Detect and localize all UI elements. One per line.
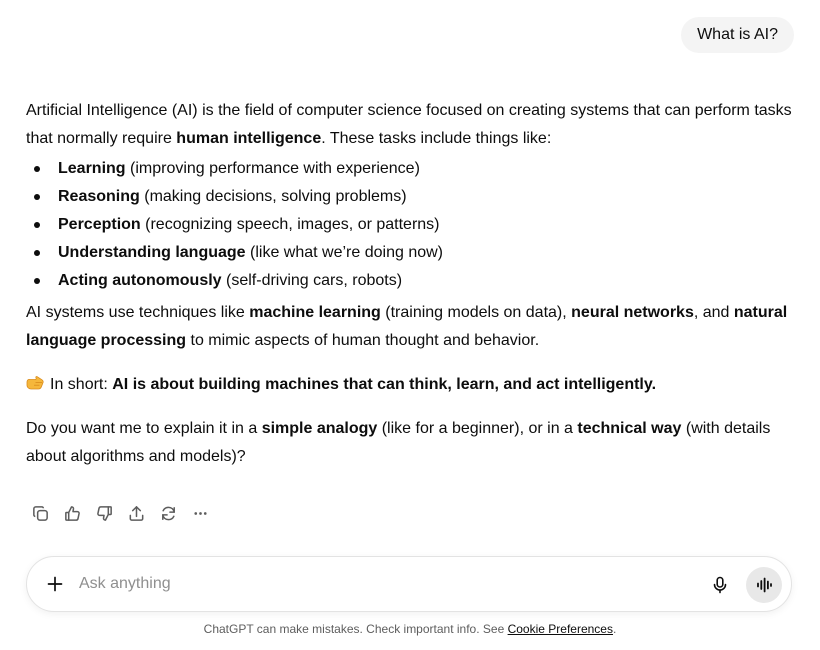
summary-paragraph: In short: AI is about building machines … — [26, 371, 796, 399]
voice-waveform-icon — [757, 577, 772, 593]
message-actions — [24, 500, 216, 526]
copy-icon — [32, 505, 48, 521]
regenerate-icon — [161, 506, 175, 520]
disclaimer-footer: ChatGPT can make mistakes. Check importa… — [0, 622, 820, 636]
techniques-bold-2: neural networks — [571, 304, 694, 321]
question-bold-2: technical way — [577, 420, 682, 437]
regenerate-button[interactable] — [152, 500, 184, 526]
list-item-term: Understanding language — [58, 244, 246, 261]
share-button[interactable] — [120, 500, 152, 526]
intro-bold-1: human intelligence — [176, 130, 322, 147]
techniques-text-1: AI systems use techniques like — [26, 304, 250, 321]
list-item-detail: (improving performance with experience) — [125, 160, 420, 177]
intro-paragraph: Artificial Intelligence (AI) is the fiel… — [26, 97, 796, 153]
capabilities-list: Learning (improving performance with exp… — [26, 155, 796, 295]
techniques-text-2: (training models on data), — [380, 304, 572, 321]
plus-icon — [47, 576, 63, 592]
bad-response-button[interactable] — [88, 500, 120, 526]
more-button[interactable] — [184, 500, 216, 526]
disclaimer-end: . — [612, 622, 617, 636]
list-item-detail: (self-driving cars, robots) — [221, 272, 403, 289]
message-composer — [26, 556, 792, 612]
copy-button[interactable] — [24, 500, 56, 526]
more-icon — [193, 511, 207, 515]
list-item: Perception (recognizing speech, images, … — [26, 211, 796, 239]
dictate-button[interactable] — [705, 570, 735, 600]
user-message-bubble: What is AI? — [681, 17, 794, 53]
thumbs-down-icon — [96, 505, 112, 521]
question-bold-1: simple analogy — [261, 420, 378, 437]
list-item-term: Acting autonomously — [58, 272, 222, 289]
disclaimer-text: ChatGPT can make mistakes. Check importa… — [203, 622, 508, 636]
list-item-detail: (recognizing speech, images, or patterns… — [140, 216, 440, 233]
thumbs-up-icon — [64, 505, 80, 521]
list-item: Reasoning (making decisions, solving pro… — [26, 183, 796, 211]
intro-text-2: . These tasks include things like: — [321, 130, 552, 147]
question-text-2: (like for a beginner), or in a — [377, 420, 578, 437]
assistant-message: Artificial Intelligence (AI) is the fiel… — [26, 97, 796, 471]
question-paragraph: Do you want me to explain it in a simple… — [26, 415, 796, 471]
list-item: Acting autonomously (self-driving cars, … — [26, 267, 796, 295]
chat-page: What is AI? Artificial Intelligence (AI)… — [0, 0, 820, 650]
summary-bold: AI is about building machines that can t… — [112, 376, 657, 393]
add-attachment-button[interactable] — [41, 570, 69, 598]
list-item-term: Reasoning — [58, 188, 140, 205]
voice-mode-button[interactable] — [746, 567, 782, 603]
list-item-detail: (making decisions, solving problems) — [139, 188, 407, 205]
cookie-preferences-link[interactable]: Cookie Preferences — [508, 622, 613, 636]
techniques-text-3: , and — [693, 304, 734, 321]
pointing-hand-emoji-icon — [26, 373, 44, 390]
message-input[interactable] — [79, 571, 639, 597]
good-response-button[interactable] — [56, 500, 88, 526]
techniques-bold-1: machine learning — [249, 304, 381, 321]
list-item: Learning (improving performance with exp… — [26, 155, 796, 183]
microphone-icon — [713, 576, 727, 594]
summary-prefix: In short: — [50, 376, 113, 393]
user-message-text: What is AI? — [697, 26, 778, 43]
list-item-detail: (like what we’re doing now) — [245, 244, 443, 261]
techniques-paragraph: AI systems use techniques like machine l… — [26, 299, 796, 355]
techniques-text-4: to mimic aspects of human thought and be… — [186, 332, 540, 349]
list-item: Understanding language (like what we’re … — [26, 239, 796, 267]
share-icon — [129, 505, 143, 521]
list-item-term: Learning — [58, 160, 126, 177]
question-text-1: Do you want me to explain it in a — [26, 420, 262, 437]
list-item-term: Perception — [58, 216, 141, 233]
